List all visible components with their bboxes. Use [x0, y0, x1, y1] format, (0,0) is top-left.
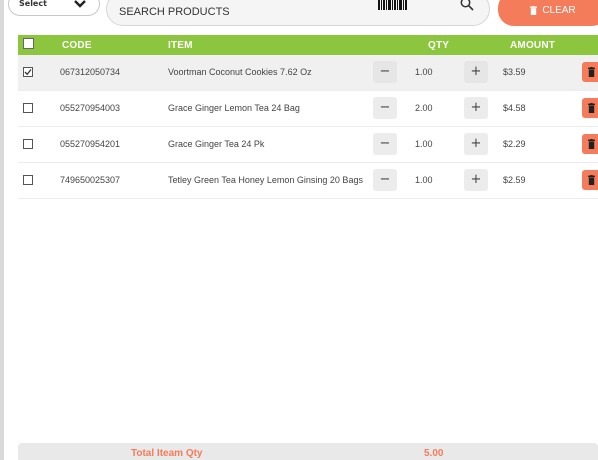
plus-icon: +: [470, 64, 482, 79]
cart-row: 749650025307 Tetley Green Tea Honey Lemo…: [18, 163, 598, 199]
category-select-value: Select: [19, 0, 47, 8]
product-search-bar: [106, 0, 490, 26]
minus-icon: −: [379, 172, 391, 187]
row-checkbox[interactable]: [23, 67, 33, 77]
plus-icon: +: [470, 136, 482, 151]
decrease-qty-button[interactable]: −: [373, 97, 397, 119]
row-qty: 1.00: [415, 67, 433, 77]
window-left-edge: [0, 0, 4, 460]
trash-icon: [588, 103, 595, 113]
cart-row: 055270954003 Grace Ginger Lemon Tea 24 B…: [18, 91, 598, 127]
decrease-qty-button[interactable]: −: [373, 169, 397, 191]
row-item-name: Grace Ginger Tea 24 Pk: [168, 139, 265, 149]
row-item-name: Grace Ginger Lemon Tea 24 Bag: [168, 103, 300, 113]
search-icon[interactable]: [460, 0, 474, 11]
row-amount: $3.59: [503, 67, 526, 77]
minus-icon: −: [379, 100, 391, 115]
increase-qty-button[interactable]: +: [464, 97, 488, 119]
row-amount: $2.59: [503, 175, 526, 185]
select-all-checkbox[interactable]: [23, 38, 34, 49]
row-code: 749650025307: [60, 175, 121, 185]
column-header-qty: QTY: [428, 40, 450, 51]
cart-totals-footer: Total Iteam Qty 5.00: [18, 443, 598, 460]
total-qty-label: Total Iteam Qty: [131, 448, 203, 459]
row-item-name: Voortman Coconut Cookies 7.62 Oz: [168, 67, 312, 77]
chevron-down-icon: [74, 0, 86, 8]
check-icon: [24, 69, 32, 76]
row-qty: 2.00: [415, 103, 433, 113]
delete-row-button[interactable]: [582, 170, 598, 190]
trash-icon: [588, 175, 595, 185]
total-qty-value: 5.00: [424, 448, 444, 459]
delete-row-button[interactable]: [582, 62, 598, 82]
cart-table-header: CODE ITEM QTY AMOUNT: [18, 35, 598, 55]
product-search-input[interactable]: [119, 2, 349, 22]
column-header-item: ITEM: [168, 40, 193, 51]
increase-qty-button[interactable]: +: [464, 133, 488, 155]
plus-icon: +: [470, 172, 482, 187]
trash-icon: [588, 139, 595, 149]
trash-icon: [530, 6, 538, 15]
row-code: 067312050734: [60, 67, 121, 77]
category-select[interactable]: Select: [8, 0, 100, 16]
decrease-qty-button[interactable]: −: [373, 133, 397, 155]
cart-row: 067312050734 Voortman Coconut Cookies 7.…: [18, 55, 598, 91]
increase-qty-button[interactable]: +: [464, 61, 488, 83]
minus-icon: −: [379, 64, 391, 79]
trash-icon: [588, 67, 595, 77]
row-qty: 1.00: [415, 175, 433, 185]
minus-icon: −: [379, 136, 391, 151]
barcode-icon[interactable]: [378, 0, 408, 10]
column-header-amount: AMOUNT: [510, 40, 556, 51]
plus-icon: +: [470, 100, 482, 115]
column-header-code: CODE: [62, 40, 92, 51]
row-checkbox[interactable]: [23, 103, 33, 113]
increase-qty-button[interactable]: +: [464, 169, 488, 191]
row-checkbox[interactable]: [23, 139, 33, 149]
row-amount: $4.58: [503, 103, 526, 113]
row-qty: 1.00: [415, 139, 433, 149]
row-code: 055270954201: [60, 139, 121, 149]
clear-button[interactable]: CLEAR: [498, 0, 598, 26]
decrease-qty-button[interactable]: −: [373, 61, 397, 83]
delete-row-button[interactable]: [582, 134, 598, 154]
row-code: 055270954003: [60, 103, 121, 113]
delete-row-button[interactable]: [582, 98, 598, 118]
row-item-name: Tetley Green Tea Honey Lemon Ginsing 20 …: [168, 175, 363, 185]
clear-button-label: CLEAR: [542, 5, 576, 16]
row-amount: $2.29: [503, 139, 526, 149]
cart-row: 055270954201 Grace Ginger Tea 24 Pk − 1.…: [18, 127, 598, 163]
row-checkbox[interactable]: [23, 175, 33, 185]
